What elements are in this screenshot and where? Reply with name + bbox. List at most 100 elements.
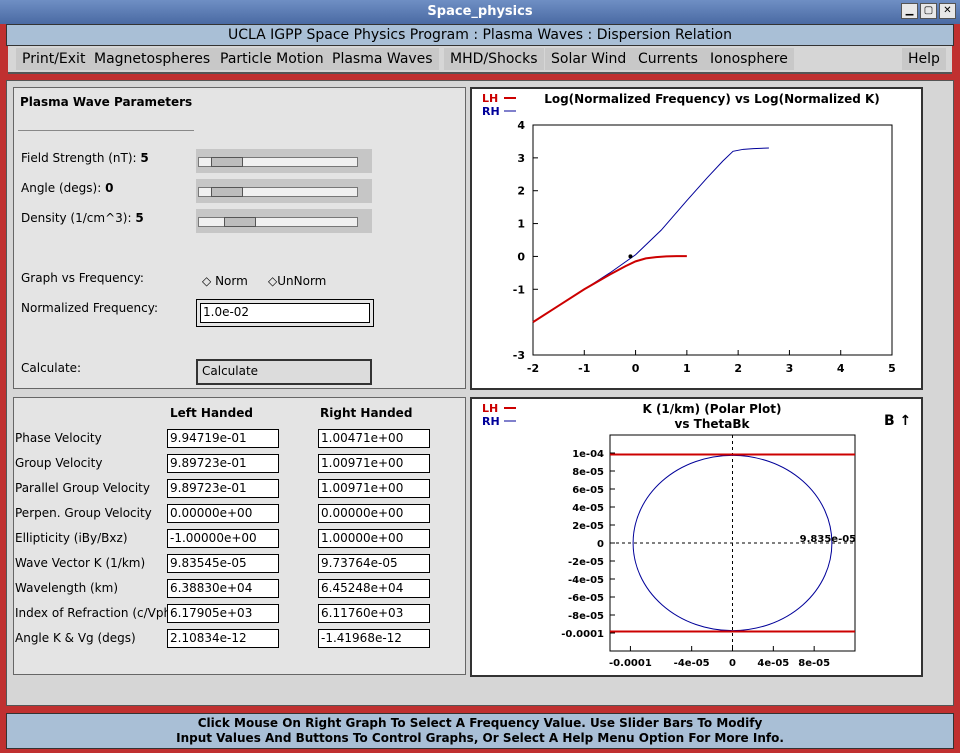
legend-rh-label: RH (482, 105, 500, 118)
menu-print-exit[interactable]: Print/Exit (16, 48, 92, 70)
y-tick-label: 2 (517, 185, 525, 198)
menu-plasma-waves[interactable]: Plasma Waves (326, 48, 439, 70)
b-field-direction-label: B ↑ (884, 413, 911, 429)
right-handed-value: 1.00000e+00 (318, 529, 430, 548)
angle-value: 0 (105, 181, 114, 195)
field-strength-label: Field Strength (nT): 5 (21, 151, 149, 165)
row-label: Wavelength (km) (15, 581, 119, 595)
y-tick-label: 2e-05 (572, 521, 604, 532)
slider-thumb[interactable] (210, 187, 243, 197)
row-label: Index of Refraction (c/Vph) (15, 606, 176, 620)
slider-thumb[interactable] (210, 157, 243, 167)
right-handed-header: Right Handed (320, 406, 413, 420)
left-handed-value: 9.83545e-05 (167, 554, 279, 573)
menubar: Print/Exit Magnetospheres Particle Motio… (8, 46, 952, 74)
right-handed-value: 1.00971e+00 (318, 454, 430, 473)
x-tick-label: 1 (683, 362, 691, 375)
dispersion-chart[interactable]: Log(Normalized Frequency) vs Log(Normali… (472, 89, 921, 388)
window-titlebar: Space_physics ▁ ▢ ✕ (0, 0, 960, 24)
minimize-button[interactable]: ▁ (901, 3, 918, 19)
y-tick-label: 1e-04 (572, 449, 604, 460)
polar-plot-panel[interactable]: K (1/km) (Polar Plot) vs ThetaBk B ↑ LH RH -0… (470, 397, 923, 677)
menu-currents[interactable]: Currents (632, 48, 704, 70)
status-line-1: Click Mouse On Right Graph To Select A F… (197, 716, 763, 730)
normalized-frequency-input[interactable]: 1.0e-02 (200, 303, 370, 323)
x-tick-label: -1 (578, 362, 590, 375)
y-tick-label: 8e-05 (572, 467, 604, 478)
y-tick-label: 0 (597, 539, 604, 550)
polar-chart[interactable]: K (1/km) (Polar Plot)vs ThetaBk B ↑ LHRH -0… (472, 399, 921, 675)
parameters-panel: Plasma Wave Parameters Field Strength (n… (13, 87, 466, 389)
status-line-2: Input Values And Buttons To Control Grap… (176, 731, 784, 745)
x-tick-label: 5 (888, 362, 896, 375)
angle-label: Angle (degs): 0 (21, 181, 114, 195)
density-slider[interactable] (196, 209, 372, 233)
right-handed-value: 6.11760e+03 (318, 604, 430, 623)
menu-mhd-shocks[interactable]: MHD/Shocks (444, 48, 544, 70)
divider (18, 130, 194, 131)
y-tick-label: -2e-05 (568, 557, 604, 568)
normalized-frequency-label: Normalized Frequency: (21, 301, 159, 315)
menu-solar-wind[interactable]: Solar Wind (545, 48, 633, 70)
density-label: Density (1/cm^3): 5 (21, 211, 144, 225)
right-handed-value: 9.73764e-05 (318, 554, 430, 573)
norm-radio[interactable]: ◇ Norm (202, 274, 248, 288)
y-tick-label: 0 (517, 250, 525, 263)
y-tick-label: -4e-05 (568, 575, 604, 586)
row-label: Parallel Group Velocity (15, 481, 150, 495)
x-tick-label: -0.0001 (609, 658, 652, 669)
series-line-rh (532, 147, 769, 323)
chart-title: K (1/km) (Polar Plot) (642, 402, 781, 416)
right-handed-value: -1.41968e-12 (318, 629, 430, 648)
menu-help[interactable]: Help (902, 48, 946, 70)
menu-magnetospheres[interactable]: Magnetospheres (88, 48, 217, 70)
angle-slider[interactable] (196, 179, 372, 203)
left-handed-value: 9.94719e-01 (167, 429, 279, 448)
maximize-button[interactable]: ▢ (920, 3, 937, 19)
plot-frame (532, 124, 893, 356)
field-strength-value: 5 (140, 151, 149, 165)
status-bar: Click Mouse On Right Graph To Select A F… (6, 713, 954, 749)
right-handed-value: 1.00471e+00 (318, 429, 430, 448)
left-handed-header: Left Handed (170, 406, 253, 420)
dispersion-plot-panel[interactable]: Log(Normalized Frequency) vs Log(Normali… (470, 87, 923, 390)
legend-lh-label: LH (482, 92, 498, 105)
close-button[interactable]: ✕ (939, 3, 956, 19)
k-value-annotation: 9.835e-05 (800, 534, 857, 545)
frequency-marker (628, 254, 633, 259)
legend-lh-label: LH (482, 402, 498, 415)
graph-vs-frequency-label: Graph vs Frequency: (21, 271, 144, 285)
unnorm-radio[interactable]: ◇UnNorm (268, 274, 326, 288)
radio-diamond-icon: ◇ (268, 274, 278, 288)
x-tick-label: 8e-05 (798, 658, 830, 669)
calculate-button[interactable]: Calculate (196, 359, 372, 385)
output-panel: Left Handed Right Handed Phase Velocity 9… (13, 397, 466, 675)
menu-particle-motion[interactable]: Particle Motion (214, 48, 330, 70)
x-tick-label: 0 (632, 362, 640, 375)
x-tick-label: 2 (734, 362, 742, 375)
right-handed-value: 0.00000e+00 (318, 504, 430, 523)
row-label: Angle K & Vg (degs) (15, 631, 136, 645)
series-line-lh (532, 255, 687, 323)
row-label: Wave Vector K (1/km) (15, 556, 146, 570)
y-tick-label: 6e-05 (572, 485, 604, 496)
y-tick-label: 4 (517, 119, 525, 132)
app-header: UCLA IGPP Space Physics Program : Plasma… (6, 24, 954, 46)
x-tick-label: -2 (527, 362, 539, 375)
legend-rh-label: RH (482, 415, 500, 428)
y-tick-label: -0.0001 (561, 629, 604, 640)
left-handed-value: 2.10834e-12 (167, 629, 279, 648)
x-tick-label: 4e-05 (757, 658, 789, 669)
y-tick-label: 1 (517, 218, 525, 231)
radio-diamond-icon: ◇ (202, 274, 212, 288)
slider-thumb[interactable] (223, 217, 256, 227)
chart-title: Log(Normalized Frequency) vs Log(Normali… (544, 92, 880, 106)
right-handed-value: 1.00971e+00 (318, 479, 430, 498)
x-tick-label: 0 (729, 658, 736, 669)
parameters-title: Plasma Wave Parameters (20, 95, 193, 109)
field-strength-slider[interactable] (196, 149, 372, 173)
x-tick-label: 4 (837, 362, 845, 375)
menu-ionosphere[interactable]: Ionosphere (704, 48, 794, 70)
density-value: 5 (135, 211, 144, 225)
x-tick-label: 3 (786, 362, 794, 375)
